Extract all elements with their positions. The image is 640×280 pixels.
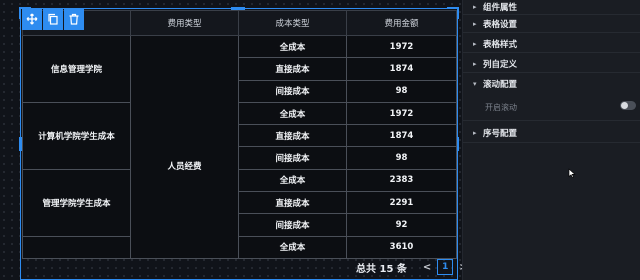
fee-type-cell: 人员经费	[130, 35, 239, 259]
panel-separator	[463, 14, 640, 15]
table-row: 信息管理学院 人员经费 全成本 1972	[22, 34, 457, 259]
college-cell: 信息管理学院	[22, 35, 131, 103]
panel-separator	[463, 72, 640, 73]
chevron-right-icon: ▸	[473, 129, 477, 137]
total-count: 总共 15 条	[356, 263, 407, 275]
cost-type-cell: 全成本	[238, 168, 347, 193]
panel-item-label: 组件属性	[483, 3, 518, 13]
pagination: 总共 15 条 < 1 >	[356, 259, 474, 275]
panel-item-label: 序号配置	[483, 129, 518, 139]
amount-cell: 3610	[346, 235, 457, 259]
panel-item-label: 滚动配置	[483, 80, 518, 90]
chevron-right-icon: ▸	[473, 3, 477, 11]
panel-item-label: 列自定义	[483, 60, 518, 70]
mouse-cursor-icon	[568, 168, 576, 178]
column-header-fee-type: 费用类型	[130, 10, 239, 36]
panel-item-serial-config[interactable]: ▸ 序号配置	[473, 127, 517, 139]
chevron-right-icon: ▸	[473, 20, 477, 28]
panel-item-scroll-config[interactable]: ▾ 滚动配置	[473, 78, 517, 90]
component-toolbar	[22, 8, 85, 30]
cost-type-cell: 间接成本	[238, 213, 347, 237]
college-cell: 计算机学院学生成本	[22, 101, 131, 170]
cost-type-cell: 间接成本	[238, 79, 347, 103]
column-header-amount: 费用金额	[346, 10, 457, 36]
chevron-right-icon: ▸	[473, 60, 477, 68]
panel-separator	[463, 120, 640, 121]
cost-table: 院 费用类型 成本类型 费用金额 信息管理学院 人员经费 全成本 1972 直接…	[22, 10, 457, 259]
cost-type-cell: 直接成本	[238, 124, 347, 148]
cost-type-cell: 全成本	[238, 34, 347, 59]
amount-cell: 98	[346, 146, 457, 170]
column-header-cost-type: 成本类型	[238, 10, 347, 36]
panel-separator	[463, 142, 640, 143]
chevron-down-icon: ▾	[473, 80, 477, 88]
cost-type-cell: 直接成本	[238, 57, 347, 81]
amount-cell: 1972	[346, 34, 457, 59]
copy-icon[interactable]	[43, 8, 63, 30]
cost-type-cell: 直接成本	[238, 191, 347, 215]
amount-cell: 2383	[346, 168, 457, 193]
amount-cell: 1874	[346, 57, 457, 81]
toggle-knob	[621, 102, 628, 109]
table-row: 全成本 3610	[22, 235, 457, 259]
prev-page-button[interactable]: <	[423, 262, 431, 273]
scroll-toggle[interactable]	[620, 101, 636, 110]
amount-cell: 98	[346, 79, 457, 103]
panel-item-label: 表格设置	[483, 20, 518, 30]
delete-icon[interactable]	[64, 8, 84, 30]
table-header-row: 院 费用类型 成本类型 费用金额	[22, 10, 457, 36]
panel-separator	[463, 32, 640, 33]
panel-item-table-style[interactable]: ▸ 表格样式	[473, 38, 517, 50]
cost-type-cell: 全成本	[238, 101, 347, 126]
table-row: 计算机学院学生成本 全成本 1972	[22, 101, 457, 170]
cost-type-cell: 全成本	[238, 235, 347, 259]
amount-cell: 1972	[346, 101, 457, 126]
page-number-button[interactable]: 1	[437, 259, 454, 275]
college-cell	[22, 235, 131, 259]
panel-item-label: 表格样式	[483, 40, 518, 50]
panel-item-table-settings[interactable]: ▸ 表格设置	[473, 18, 517, 30]
scroll-toggle-label: 开启滚动	[485, 103, 517, 112]
chevron-right-icon: ▸	[473, 40, 477, 48]
table-row: 管理学院学生成本 全成本 2383	[22, 168, 457, 237]
college-cell: 管理学院学生成本	[22, 168, 131, 237]
move-icon[interactable]	[22, 8, 42, 30]
amount-cell: 92	[346, 213, 457, 237]
amount-cell: 2291	[346, 191, 457, 215]
panel-item-column-custom[interactable]: ▸ 列自定义	[473, 58, 517, 70]
panel-item-component-props[interactable]: ▸ 组件属性	[473, 1, 517, 13]
cost-type-cell: 间接成本	[238, 146, 347, 170]
amount-cell: 1874	[346, 124, 457, 148]
panel-separator	[463, 52, 640, 53]
config-panel: ▸ 组件属性 ▸ 表格设置 ▸ 表格样式 ▸ 列自定义 ▾ 滚动配置 开启滚动 …	[463, 0, 640, 280]
